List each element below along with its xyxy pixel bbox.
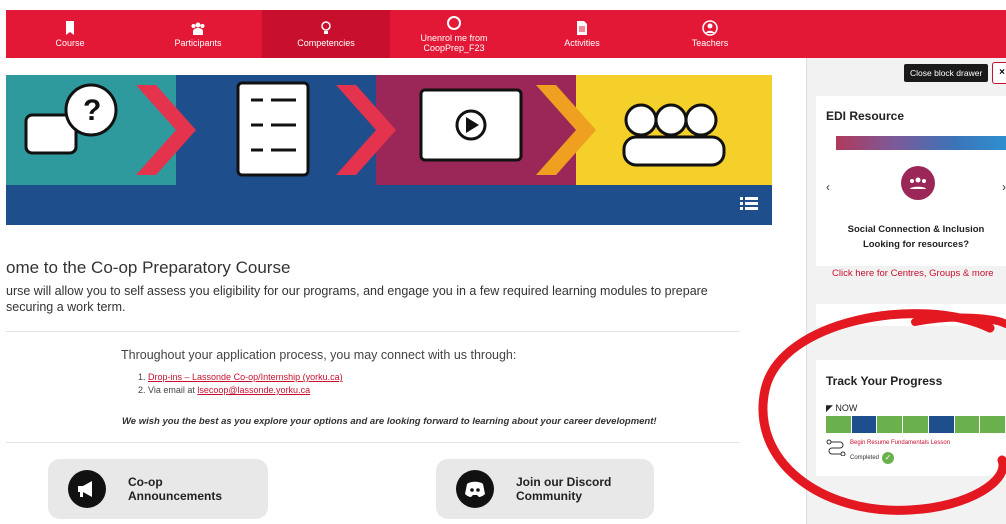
nav-teachers-label: Teachers: [691, 38, 729, 48]
progress-segment: [928, 416, 955, 433]
nav-participants-label: Participants: [174, 38, 222, 48]
email-link[interactable]: lsecoop@lassonde.yorku.ca: [197, 385, 310, 395]
lightbulb-icon: [321, 21, 331, 34]
empty-block: [816, 304, 1006, 326]
file-icon: [577, 21, 587, 35]
nav-activities[interactable]: Activities: [518, 10, 646, 58]
group-icon: [901, 166, 935, 200]
divider: [6, 442, 740, 443]
discord-card[interactable]: Join our Discord Community: [436, 459, 654, 519]
course-header-bar: [6, 185, 772, 225]
contact-list: 1. Drop-ins – Lassonde Co-op/Internship …: [138, 371, 343, 397]
task-label[interactable]: Begin Resume Fundamentals Lesson: [850, 440, 950, 446]
nav-course[interactable]: Course: [6, 10, 134, 58]
close-drawer-button[interactable]: ×: [992, 62, 1006, 84]
nav-unenrol-label: Unenrol me from CoopPrep_F23: [420, 33, 488, 53]
discord-icon: [456, 470, 494, 508]
circle-icon: [447, 16, 461, 30]
route-icon: [826, 439, 846, 456]
closing-message: We wish you the best as you explore your…: [122, 416, 657, 427]
announcements-label: Co-op Announcements: [128, 475, 223, 503]
task-status: Completed ✓: [850, 452, 895, 464]
course-banner-image: ?: [6, 75, 772, 185]
connect-intro: Throughout your application process, you…: [121, 348, 517, 362]
svg-text:?: ?: [83, 94, 101, 127]
edi-banner-bar: [836, 136, 1006, 150]
progress-segment: [980, 416, 1006, 433]
now-marker: ◤ NOW: [826, 403, 858, 413]
now-label: NOW: [835, 403, 858, 413]
edi-title: EDI Resource: [826, 109, 905, 123]
progress-segment: [903, 416, 929, 433]
task-status-label: Completed: [850, 455, 880, 461]
top-nav-bar: Course Participants Competencies Unenrol…: [6, 10, 1006, 58]
contact-item: 2. Via email at lsecoop@lassonde.yorku.c…: [138, 384, 343, 397]
track-progress-block: Track Your Progress ◤ NOW Begin Resume F…: [816, 360, 1006, 476]
contact-prefix: 2. Via email at: [138, 385, 198, 395]
progress-title: Track Your Progress: [826, 374, 943, 388]
nav-competencies[interactable]: Competencies: [262, 10, 390, 58]
progress-segment: [954, 416, 981, 433]
edi-heading: Social Connection & Inclusion Looking fo…: [847, 224, 985, 250]
discord-label: Join our Discord Community: [516, 475, 612, 503]
announcements-card[interactable]: Co-op Announcements: [48, 459, 268, 519]
nav-participants[interactable]: Participants: [134, 10, 262, 58]
main-content: ? ome to the Co-op Preparatory Course ur…: [6, 58, 792, 524]
divider: [6, 331, 740, 332]
nav-teachers[interactable]: Teachers: [646, 10, 774, 58]
dropins-link[interactable]: Drop-ins – Lassonde Co-op/Internship (yo…: [148, 372, 343, 382]
nav-competencies-label: Competencies: [297, 38, 355, 48]
contact-prefix: 1.: [138, 372, 149, 382]
course-description: urse will allow you to self assess you e…: [6, 284, 708, 314]
progress-segment: [877, 416, 904, 433]
check-icon: ✓: [882, 452, 895, 464]
nav-unenrol[interactable]: Unenrol me from CoopPrep_F23: [390, 10, 518, 58]
contact-item: 1. Drop-ins – Lassonde Co-op/Internship …: [138, 371, 343, 384]
nav-course-label: Course: [55, 38, 85, 48]
user-circle-icon: [702, 20, 718, 36]
close-drawer-tooltip: Close block drawer: [904, 64, 989, 82]
people-icon: [191, 22, 205, 35]
progress-bar: [826, 416, 1006, 433]
edi-resource-block: EDI Resource ‹ › Social Connection & Inc…: [816, 96, 1006, 279]
edi-resource-link[interactable]: Click here for Centres, Groups & more: [832, 268, 994, 279]
megaphone-icon: [68, 470, 106, 508]
carousel-prev-icon[interactable]: ‹: [826, 180, 830, 194]
bookmark-icon: [66, 21, 74, 35]
progress-segment: [851, 416, 878, 433]
nav-activities-label: Activities: [564, 38, 600, 48]
progress-segment: [826, 416, 852, 433]
carousel-next-icon[interactable]: ›: [1002, 180, 1006, 194]
welcome-title: ome to the Co-op Preparatory Course: [6, 258, 291, 277]
list-icon[interactable]: [740, 196, 758, 212]
